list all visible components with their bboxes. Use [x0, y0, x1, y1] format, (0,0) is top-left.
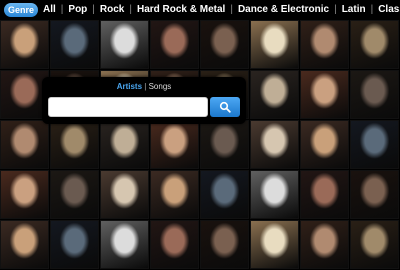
- artist-photo-grid: [0, 20, 400, 270]
- genre-link-pop[interactable]: Pop: [63, 0, 92, 20]
- artist-thumbnail[interactable]: [0, 120, 49, 169]
- artist-thumbnail[interactable]: [300, 120, 349, 169]
- artist-thumbnail[interactable]: [50, 220, 99, 269]
- genre-link-hard-rock-metal[interactable]: Hard Rock & Metal: [132, 0, 230, 20]
- artist-thumbnail[interactable]: [100, 170, 149, 219]
- genre-link-rock[interactable]: Rock: [95, 0, 129, 20]
- artist-thumbnail[interactable]: [250, 120, 299, 169]
- genre-link-all[interactable]: All: [38, 0, 61, 20]
- artist-thumbnail[interactable]: [250, 170, 299, 219]
- artist-thumbnail[interactable]: [0, 220, 49, 269]
- artist-thumbnail[interactable]: [200, 20, 249, 69]
- artist-thumbnail[interactable]: [200, 170, 249, 219]
- artist-thumbnail[interactable]: [350, 20, 399, 69]
- genre-button[interactable]: Genre: [4, 3, 39, 17]
- artist-thumbnail[interactable]: [100, 120, 149, 169]
- artist-thumbnail[interactable]: [350, 170, 399, 219]
- genre-link-latin[interactable]: Latin: [337, 0, 371, 20]
- artist-thumbnail[interactable]: [300, 170, 349, 219]
- artist-thumbnail[interactable]: [300, 20, 349, 69]
- artist-thumbnail[interactable]: [200, 120, 249, 169]
- artist-thumbnail[interactable]: [100, 20, 149, 69]
- artist-thumbnail[interactable]: [50, 120, 99, 169]
- artist-thumbnail[interactable]: [100, 220, 149, 269]
- tab-songs[interactable]: Songs: [149, 82, 172, 91]
- search-input[interactable]: [48, 97, 208, 117]
- tab-divider: |: [144, 82, 147, 91]
- tab-artists[interactable]: Artists: [117, 82, 142, 91]
- genre-bar: Genre All | Pop | Rock | Hard Rock & Met…: [0, 0, 400, 20]
- genre-link-classical[interactable]: Classica: [373, 0, 400, 20]
- artist-thumbnail[interactable]: [150, 170, 199, 219]
- genre-link-dance-electronic[interactable]: Dance & Electronic: [233, 0, 334, 20]
- artist-thumbnail[interactable]: [300, 70, 349, 119]
- artist-thumbnail[interactable]: [0, 20, 49, 69]
- artist-thumbnail[interactable]: [200, 220, 249, 269]
- artist-thumbnail[interactable]: [250, 220, 299, 269]
- search-tabs: Artists | Songs: [42, 82, 246, 92]
- search-icon: [219, 101, 231, 113]
- search-panel: Artists | Songs: [42, 77, 246, 124]
- artist-thumbnail[interactable]: [300, 220, 349, 269]
- artist-thumbnail[interactable]: [250, 70, 299, 119]
- artist-thumbnail[interactable]: [150, 20, 199, 69]
- artist-thumbnail[interactable]: [350, 120, 399, 169]
- artist-thumbnail[interactable]: [350, 70, 399, 119]
- search-button[interactable]: [210, 97, 240, 117]
- artist-thumbnail[interactable]: [50, 20, 99, 69]
- artist-thumbnail[interactable]: [150, 220, 199, 269]
- artist-thumbnail[interactable]: [250, 20, 299, 69]
- artist-thumbnail[interactable]: [150, 120, 199, 169]
- artist-thumbnail[interactable]: [50, 170, 99, 219]
- artist-thumbnail[interactable]: [350, 220, 399, 269]
- artist-thumbnail[interactable]: [0, 170, 49, 219]
